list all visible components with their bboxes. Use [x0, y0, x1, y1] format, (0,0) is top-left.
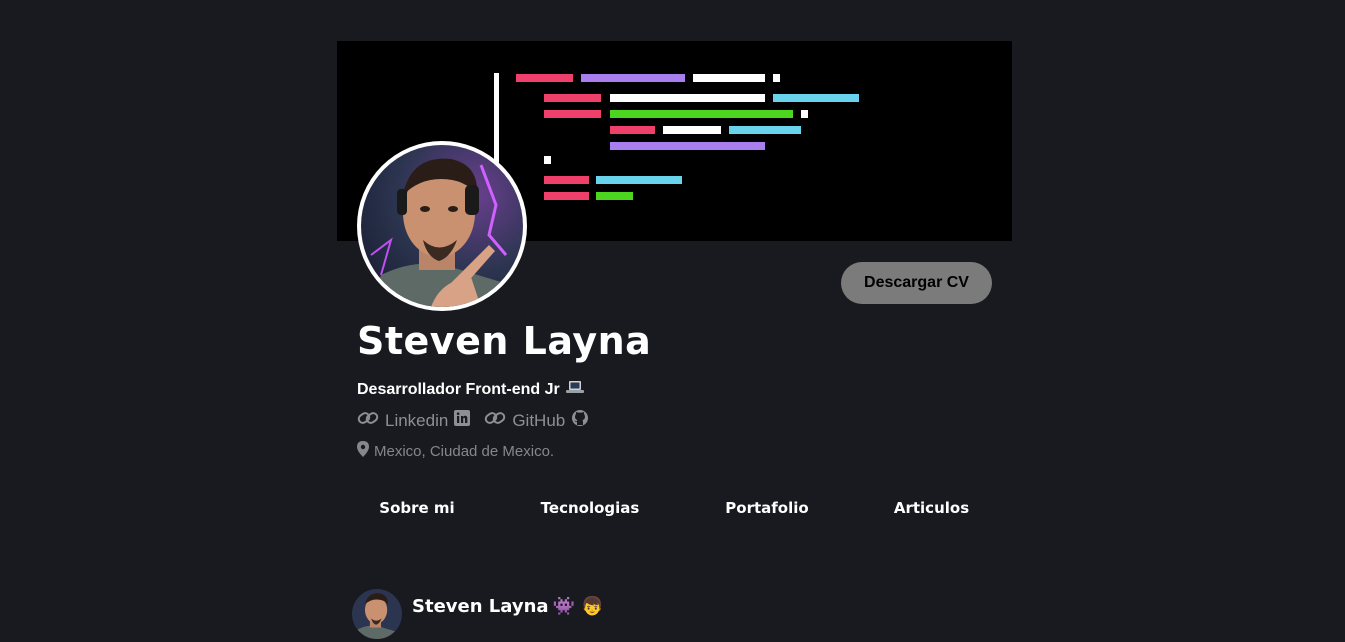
- profile-location: Mexico, Ciudad de Mexico.: [357, 441, 554, 463]
- link-icon: [484, 410, 506, 432]
- post-author-emojis: 👾 👦: [552, 595, 604, 617]
- profile-role: Desarrollador Front-end Jr: [357, 380, 584, 400]
- map-marker-icon: [357, 441, 369, 463]
- post-author: Steven Layna 👾 👦: [412, 596, 604, 617]
- profile-name: Steven Layna: [357, 319, 652, 363]
- avatar-photo: [361, 145, 523, 307]
- post-header: Steven Layna 👾 👦: [352, 589, 604, 639]
- profile-links: Linkedin GitHub: [357, 409, 589, 433]
- tab-tecnologias[interactable]: Tecnologias: [497, 490, 683, 526]
- linkedin-link[interactable]: Linkedin: [357, 410, 471, 432]
- tab-portafolio[interactable]: Portafolio: [683, 490, 851, 526]
- post-author-avatar[interactable]: [352, 589, 402, 639]
- linkedin-label: Linkedin: [385, 411, 449, 430]
- tab-sobre-mi[interactable]: Sobre mi: [337, 490, 497, 526]
- profile-avatar: [357, 141, 527, 311]
- link-icon: [357, 410, 379, 432]
- profile-tabs: Sobre mi Tecnologias Portafolio Articulo…: [337, 490, 1012, 526]
- github-label: GitHub: [512, 411, 566, 430]
- tab-articulos[interactable]: Articulos: [851, 490, 1012, 526]
- linkedin-icon: [454, 410, 471, 432]
- laptop-icon: [565, 380, 584, 400]
- location-text: Mexico, Ciudad de Mexico.: [374, 443, 555, 460]
- profile-page: Descargar CV Steven Layna Desarrollador …: [0, 0, 1345, 642]
- github-link[interactable]: GitHub: [484, 409, 589, 433]
- post-author-name: Steven Layna: [412, 595, 549, 617]
- github-icon: [571, 409, 589, 433]
- download-cv-button[interactable]: Descargar CV: [841, 262, 992, 304]
- role-text: Desarrollador Front-end Jr: [357, 381, 560, 398]
